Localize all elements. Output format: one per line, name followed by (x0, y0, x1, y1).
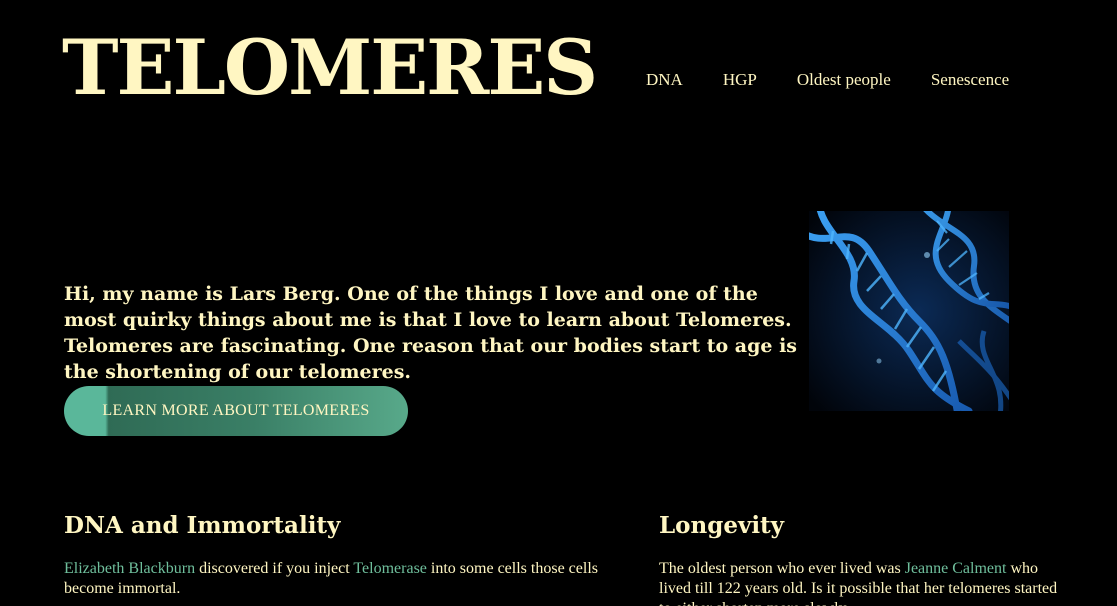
page: TELOMERES DNA HGP Oldest people Senescen… (0, 0, 1117, 606)
section-body-dna-immortality: Elizabeth Blackburn discovered if you in… (64, 559, 634, 599)
dna-helix-icon (809, 211, 1009, 411)
nav-link-hgp[interactable]: HGP (723, 70, 757, 90)
section-text: The oldest person who ever lived was (659, 560, 905, 577)
section-title-dna-immortality: DNA and Immortality (64, 512, 341, 539)
nav-link-senescence[interactable]: Senescence (931, 70, 1009, 90)
nav-link-dna[interactable]: DNA (646, 70, 683, 90)
dna-helix-image (809, 211, 1009, 411)
main-nav: DNA HGP Oldest people Senescence (646, 70, 1009, 90)
link-jeanne-calment[interactable]: Jeanne Calment (905, 560, 1007, 577)
nav-link-oldest-people[interactable]: Oldest people (797, 70, 891, 90)
section-title-longevity: Longevity (659, 512, 785, 539)
learn-more-button[interactable]: LEARN MORE ABOUT TELOMERES (64, 386, 408, 436)
link-telomerase[interactable]: Telomerase (353, 560, 427, 577)
link-elizabeth-blackburn[interactable]: Elizabeth Blackburn (64, 560, 195, 577)
section-text: discovered if you inject (195, 560, 354, 577)
section-body-longevity: The oldest person who ever lived was Jea… (659, 559, 1059, 606)
site-logo[interactable]: TELOMERES (62, 30, 598, 106)
hero-intro-text: Hi, my name is Lars Berg. One of the thi… (64, 283, 797, 383)
